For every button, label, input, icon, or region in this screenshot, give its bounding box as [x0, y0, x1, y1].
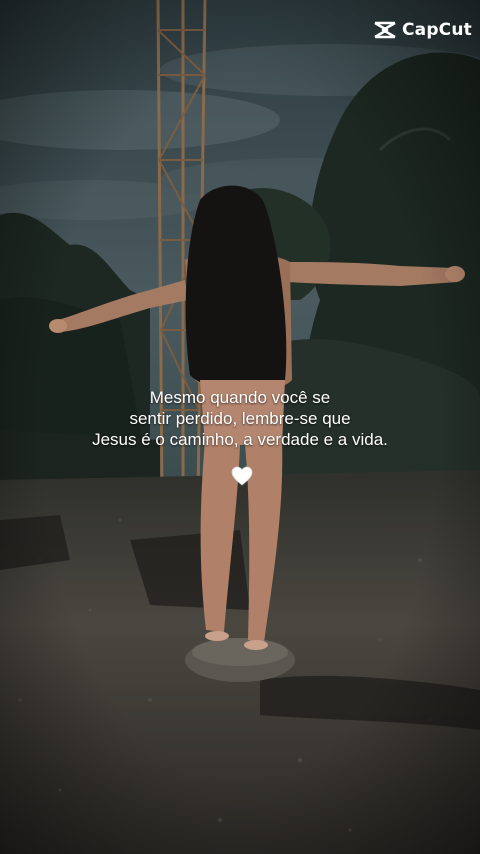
caption-line: sentir perdido, lembre-se que: [129, 409, 351, 428]
white-heart-icon: [231, 466, 253, 486]
capcut-logo-icon: [374, 21, 396, 39]
video-frame: CapCut Mesmo quando você se sentir perdi…: [0, 0, 480, 854]
watermark-text: CapCut: [401, 20, 472, 40]
caption-line: Mesmo quando você se: [149, 388, 331, 407]
caption-line: Jesus é o caminho, a verdade e a vida.: [92, 430, 388, 449]
capcut-watermark: CapCut: [373, 20, 472, 40]
caption: Mesmo quando você se sentir perdido, lem…: [0, 387, 480, 450]
